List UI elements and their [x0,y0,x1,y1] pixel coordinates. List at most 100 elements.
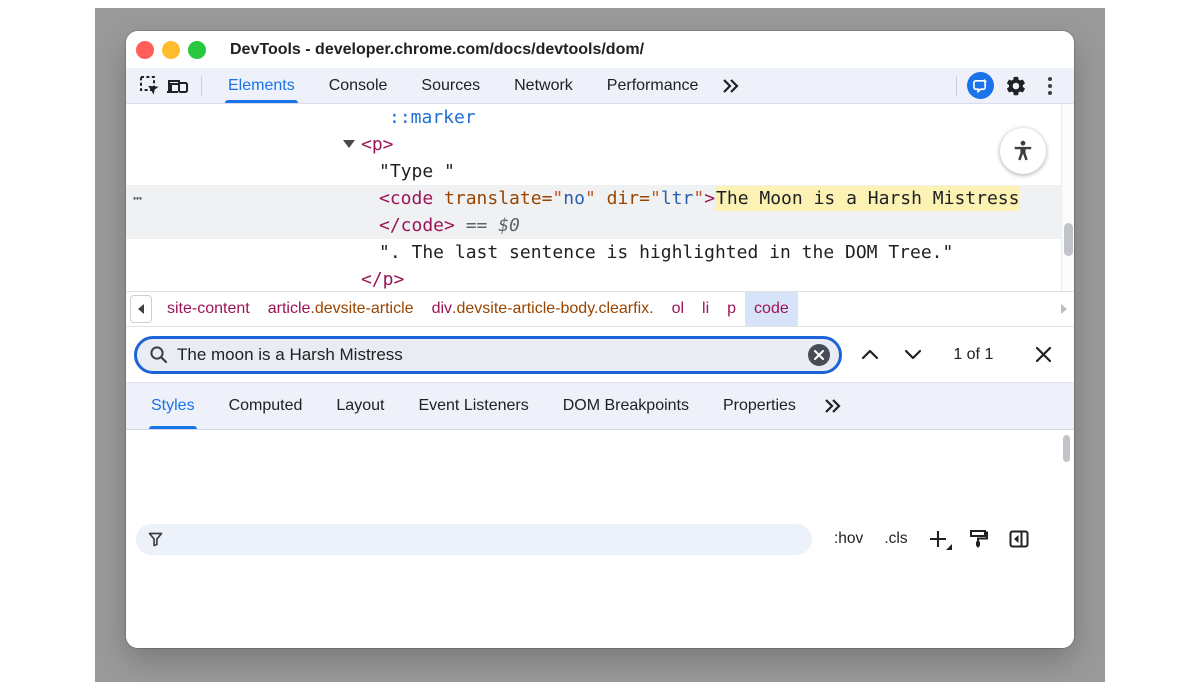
devtools-tab-performance[interactable]: Performance [604,68,702,103]
toolbar-right-icons [947,72,1064,100]
dom-node-tag: > [704,188,715,209]
breadcrumb-scroll-right-button[interactable] [1060,304,1068,314]
breadcrumb-item-div[interactable]: div.devsite-article-body.clearfix. [423,292,663,326]
dom-node-q: " [693,188,704,209]
dom-scrollbar[interactable] [1061,104,1074,291]
dom-tree-row[interactable]: "Type " [126,158,1061,185]
search-field[interactable] [134,336,842,374]
close-search-icon[interactable] [1029,340,1058,370]
crumb-classes: .devsite-article-body.clearfix. [452,300,654,318]
breadcrumb-item-code[interactable]: code [745,292,798,326]
device-toolbar-icon[interactable] [164,72,192,100]
kebab-menu-icon[interactable] [1036,72,1064,100]
dom-node-val: no [563,188,585,209]
dom-node-tag: </p> [361,269,404,290]
filter-funnel-icon [148,532,163,547]
dom-node-attr: dir= [607,188,650,209]
toolbar-divider [201,76,202,96]
devtools-tab-network[interactable]: Network [511,68,576,103]
traffic-light-minimize-button[interactable] [162,41,180,59]
more-sidebar-tabs-icon[interactable] [823,398,843,414]
dom-node-q: " [552,188,563,209]
inspect-icon[interactable] [136,72,164,100]
dom-tree-row[interactable]: </p> [126,266,1061,291]
sidebar-tab-computed[interactable]: Computed [227,383,305,429]
devtools-tab-sources[interactable]: Sources [418,68,483,103]
sidebar-tab-styles[interactable]: Styles [149,383,197,429]
search-match-highlight: The Moon is a Harsh Mistress [715,186,1020,211]
styles-filter-field[interactable] [136,524,812,555]
sidebar-tabs: Styles Computed Layout Event Listeners DOM B… [134,383,813,429]
sidebar-tab-properties[interactable]: Properties [721,383,798,429]
dom-node-attr: translate= [444,188,552,209]
dom-scrollbar-thumb[interactable] [1064,223,1073,256]
row-more-actions-icon[interactable]: ⋯ [133,185,143,212]
dom-node-tag: <code [379,188,433,209]
styles-scrollbar-thumb[interactable] [1063,435,1070,462]
dom-node-tag: <p> [361,134,394,155]
find-previous-button[interactable] [856,340,885,370]
search-input[interactable] [177,345,808,365]
crumb-tag: div [432,300,452,318]
more-tabs-icon[interactable] [717,72,745,100]
element-classes-button[interactable]: .cls [884,530,907,548]
search-result-count: 1 of 1 [953,346,993,364]
dom-tree-row[interactable]: </code> == $0 [126,212,1061,239]
breadcrumb-scroll-left-button[interactable] [130,295,152,323]
ai-assistant-icon[interactable] [966,72,994,100]
dom-node-text [433,188,444,209]
search-icon [149,345,168,364]
dom-node-text: ". The last sentence is highlighted in t… [379,242,953,263]
traffic-light-maximize-button[interactable] [188,41,206,59]
sidebar-tab-event-listeners[interactable]: Event Listeners [416,383,530,429]
dom-tree-row[interactable]: <p> [126,131,1061,158]
crumb-tag: site-content [167,300,250,318]
accessibility-overlay-button[interactable] [1000,128,1046,174]
dom-tree-row[interactable]: ". The last sentence is highlighted in t… [126,239,1061,266]
dom-node-op: == [455,215,498,236]
crumb-tag: code [754,300,789,318]
breadcrumb-item-article[interactable]: article.devsite-article [259,292,423,326]
crumb-classes: .devsite-article [310,300,413,318]
crumb-tag: ol [672,300,684,318]
titlebar: DevTools - developer.chrome.com/docs/dev… [126,31,1074,68]
devtools-toolbar: Elements Console Sources Network Performance [126,68,1074,104]
dom-node-q: " [585,188,596,209]
dom-node-val: ltr [661,188,694,209]
breadcrumb-item-li[interactable]: li [693,292,718,326]
sidebar-tab-dom-breakpoints[interactable]: DOM Breakpoints [561,383,691,429]
dom-node-pseudo: ::marker [389,107,476,128]
styles-toolbar-buttons: :hov .cls [834,529,1029,549]
crumb-tag: article [268,300,311,318]
toggle-element-state-button[interactable]: :hov [834,530,863,548]
dom-tree-row[interactable]: ⋯<code translate="no" dir="ltr">The Moon… [126,185,1061,212]
window-title: DevTools - developer.chrome.com/docs/dev… [230,41,644,59]
dom-node-var: $0 [498,215,520,236]
breadcrumb-item-p[interactable]: p [718,292,745,326]
devtools-tab-console[interactable]: Console [326,68,391,103]
sidebar-tabs-bar: Styles Computed Layout Event Listeners DOM B… [126,382,1074,430]
clear-search-icon[interactable] [808,344,830,366]
breadcrumb-item-site-content[interactable]: site-content [158,292,259,326]
settings-gear-icon[interactable] [1002,72,1030,100]
rendering-brush-icon[interactable] [968,529,988,549]
breadcrumb-item-ol[interactable]: ol [663,292,693,326]
dom-tree: ::marker<p>"Type "⋯<code translate="no" … [126,104,1061,291]
styles-filter-bar: :hov .cls [126,430,1074,648]
dom-node-text [596,188,607,209]
dom-node-tag: </code> [379,215,455,236]
crumb-tag: li [702,300,709,318]
dom-tree-row[interactable]: ::marker [126,104,1061,131]
traffic-light-close-button[interactable] [136,41,154,59]
crumb-tag: p [727,300,736,318]
breadcrumb-bar: site-contentarticle.devsite-articlediv.d… [126,291,1074,326]
breadcrumb: site-contentarticle.devsite-articlediv.d… [158,292,798,326]
expand-down-icon[interactable] [343,140,355,148]
new-style-rule-plus-icon[interactable] [929,530,947,548]
toggle-sidebar-icon[interactable] [1009,530,1029,548]
sidebar-tab-layout[interactable]: Layout [334,383,386,429]
dom-tree-panel: ::marker<p>"Type "⋯<code translate="no" … [126,104,1074,291]
devtools-tab-elements[interactable]: Elements [225,68,298,103]
dom-node-text: "Type " [379,161,455,182]
find-next-button[interactable] [899,340,928,370]
